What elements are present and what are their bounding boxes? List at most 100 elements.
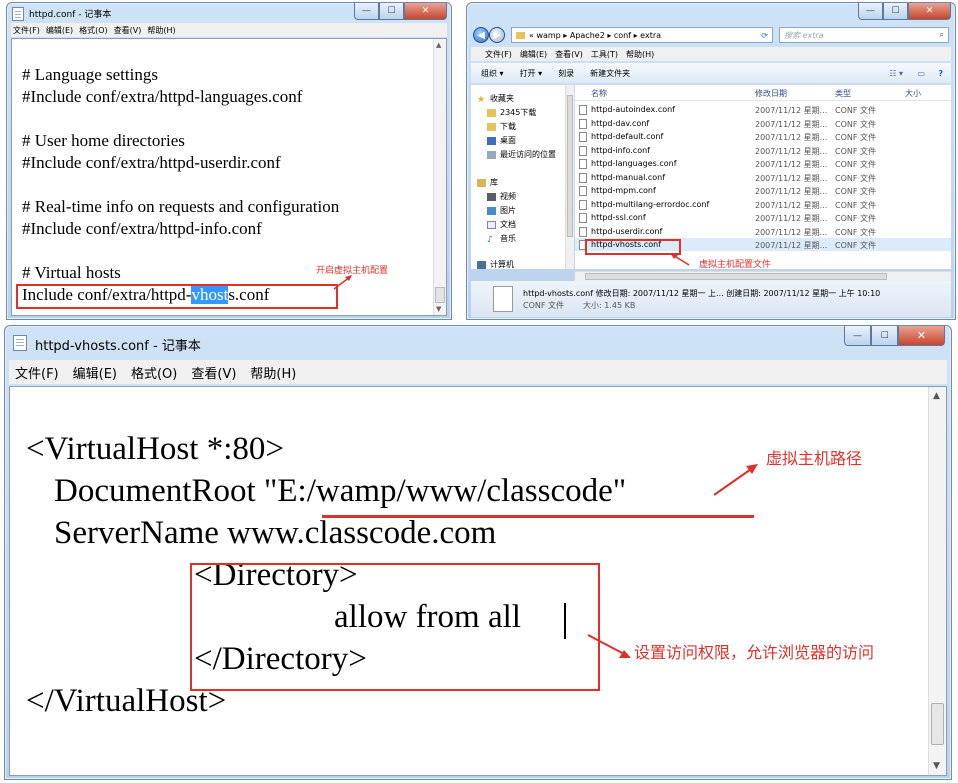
maximize-button[interactable]: ☐ [379,3,404,20]
menu-file[interactable]: 文件(F) [13,25,40,36]
code-line: DocumentRoot "E:/wamp/www/classcode" [54,473,627,509]
file-row[interactable]: httpd-userdir.conf 2007/11/12 星期... CONF 文… [575,225,951,238]
menu-view[interactable]: 查看(V) [191,363,236,382]
conf-file-icon [579,132,587,142]
help-icon[interactable]: ? [938,69,943,78]
nav-documents[interactable]: 文档 [487,219,516,230]
close-button[interactable]: ✕ [404,3,447,20]
search-input[interactable]: 搜索 extra ⌕ [779,27,949,43]
folder-icon [487,108,496,117]
file-row[interactable]: httpd-autoindex.conf 2007/11/12 星期... CONF… [575,103,951,116]
column-date[interactable]: 修改日期 [755,88,787,99]
conf-file-icon [579,145,587,156]
file-name: httpd-dav.conf [591,118,650,128]
annotation-arrow [713,464,758,496]
vertical-scrollbar[interactable]: ▲ ▼ [433,39,446,315]
column-type[interactable]: 类型 [835,88,851,99]
new-folder-button[interactable]: 新建文件夹 [590,68,630,79]
scroll-down-arrow[interactable]: ▼ [933,761,940,771]
close-button[interactable]: ✕ [908,3,951,20]
annotation-box [190,563,600,691]
title-bar[interactable]: httpd-vhosts.conf - 记事本 — ☐ ✕ [5,326,951,356]
menu-edit[interactable]: 编辑(E) [73,363,117,382]
scroll-down-arrow[interactable]: ▼ [436,305,441,313]
burn-button[interactable]: 刻录 [558,68,574,79]
nav-recent[interactable]: 最近访问的位置 [487,149,556,160]
column-size[interactable]: 大小 [905,88,921,99]
breadcrumb[interactable]: « wamp ▸ Apache2 ▸ conf ▸ extra [529,31,661,40]
file-row[interactable]: httpd-mpm.conf 2007/11/12 星期... CONF 文件 [575,184,951,197]
maximize-button[interactable]: ☐ [871,326,898,346]
folder-icon [516,31,525,39]
view-options-icon[interactable]: ☷ ▾ [889,69,903,78]
horizontal-scrollbar[interactable] [575,271,951,281]
scroll-thumb[interactable] [567,95,573,237]
search-icon: ⌕ [939,30,944,39]
file-row[interactable]: httpd-languages.conf 2007/11/12 星期... CONF… [575,157,951,170]
refresh-icon[interactable]: ⟳ [761,31,768,40]
menu-format[interactable]: 格式(O) [79,25,108,36]
nav-library[interactable]: 库 [477,177,498,188]
scroll-thumb[interactable] [931,703,944,745]
menu-edit[interactable]: 编辑(E) [46,25,73,36]
file-row[interactable]: httpd-info.conf 2007/11/12 星期... CONF 文件 [575,144,951,157]
scroll-thumb[interactable] [435,287,445,303]
file-row[interactable]: httpd-manual.conf 2007/11/12 星期... CONF 文件 [575,171,951,184]
conf-file-icon [579,226,587,237]
organize-button[interactable]: 组织 ▾ [481,68,504,79]
preview-pane-icon[interactable]: ▭ [917,69,925,78]
menu-view[interactable]: 查看(V) [555,49,583,60]
menu-help[interactable]: 帮助(H) [626,49,654,60]
menu-format[interactable]: 格式(O) [131,363,177,382]
file-row[interactable]: httpd-default.conf 2007/11/12 星期... CONF 文… [575,130,951,143]
menu-tools[interactable]: 工具(T) [591,49,618,60]
details-type: CONF 文件 [523,301,565,310]
file-row[interactable]: httpd-dav.conf 2007/11/12 星期... CONF 文件 [575,117,951,130]
menu-help[interactable]: 帮助(H) [250,363,296,382]
nav-videos[interactable]: 视频 [487,191,516,202]
menu-file[interactable]: 文件(F) [15,363,59,382]
close-button[interactable]: ✕ [898,326,945,346]
annotation-box [16,284,338,309]
scroll-up-arrow[interactable]: ▲ [933,391,940,401]
text-editor[interactable]: <VirtualHost *:80> DocumentRoot "E:/wamp… [9,386,947,776]
nav-desktop[interactable]: 桌面 [487,135,516,146]
annotation-arrow [671,254,690,266]
scroll-up-arrow[interactable]: ▲ [436,41,441,49]
scroll-thumb[interactable] [585,273,887,280]
forward-button[interactable]: ▶ [489,27,505,43]
code-line: <VirtualHost *:80> [26,431,284,467]
menu-edit[interactable]: 编辑(E) [520,49,547,60]
file-type: CONF 文件 [835,173,877,183]
file-type: CONF 文件 [835,106,877,115]
file-row[interactable]: httpd-ssl.conf 2007/11/12 星期... CONF 文件 [575,211,951,224]
column-name[interactable]: 名称 [591,88,607,99]
nav-downloads[interactable]: 下载 [487,121,516,132]
nav-pane-scrollbar[interactable] [565,85,574,269]
menu-help[interactable]: 帮助(H) [147,25,175,36]
address-bar[interactable]: « wamp ▸ Apache2 ▸ conf ▸ extra ⟳ [511,27,773,43]
menu-file[interactable]: 文件(F) [485,49,512,60]
conf-file-icon [579,199,587,210]
file-name: httpd-mpm.conf [591,186,656,195]
vertical-scrollbar[interactable]: ▲ ▼ [928,387,946,775]
minimize-button[interactable]: — [354,3,379,20]
nav-pictures[interactable]: 图片 [487,205,516,216]
menu-view[interactable]: 查看(V) [114,25,142,36]
computer-icon [477,260,486,269]
nav-computer[interactable]: 计算机 [477,259,514,270]
file-row[interactable]: httpd-multilang-errordoc.conf 2007/11/12 … [575,198,951,211]
open-button[interactable]: 打开 ▾ [520,68,543,79]
menu-bar: 文件(F) 编辑(E) 格式(O) 查看(V) 帮助(H) [9,360,947,384]
details-pane: httpd-vhosts.conf 修改日期: 2007/11/12 星期一 上… [471,281,951,317]
minimize-button[interactable]: — [858,3,883,20]
nav-music[interactable]: ♪ 音乐 [487,233,516,245]
maximize-button[interactable]: ☐ [883,3,908,20]
minimize-button[interactable]: — [844,326,871,346]
nav-favorites[interactable]: ★ 收藏夹 [477,93,514,105]
title-bar[interactable]: httpd.conf - 记事本 — ☐ ✕ [7,3,451,25]
nav-2345-downloads[interactable]: 2345下载 [487,107,536,118]
text-editor[interactable]: # Language settings #Include conf/extra/… [11,38,447,316]
music-icon: ♪ [487,234,493,245]
back-button[interactable]: ◀ [473,27,489,43]
